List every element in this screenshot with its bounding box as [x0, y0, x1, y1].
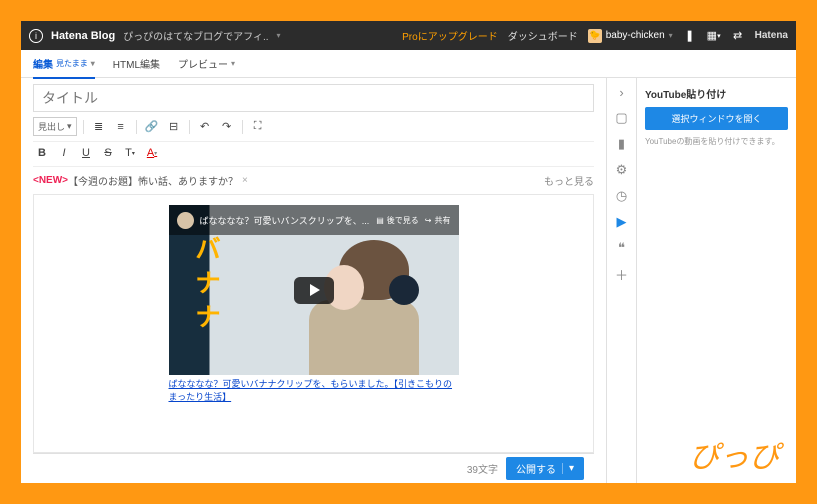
font-size-icon[interactable]: T▾: [121, 144, 139, 162]
more-link[interactable]: もっと見る: [544, 173, 594, 188]
youtube-icon[interactable]: ▶: [614, 214, 630, 230]
video-caption-link[interactable]: ばなななな？可愛いバナナクリップを、もらいました。【引きこもりのまったり生活】: [169, 377, 459, 403]
video-title[interactable]: ばなななな？可愛いバンスクリップを、...: [200, 214, 371, 227]
tab-edit-label: 編集: [33, 56, 53, 71]
chevron-down-icon: ▾: [91, 59, 95, 68]
chevron-down-icon[interactable]: ▾: [562, 463, 574, 474]
editor-content[interactable]: ばなななな？可愛いバンスクリップを、... ▤ 後で見る ↪ 共有 バナナ: [33, 194, 594, 453]
bookmark-icon[interactable]: ❚: [683, 29, 697, 43]
chevron-down-icon: ▾: [669, 31, 673, 40]
plus-icon[interactable]: ＋: [614, 266, 630, 282]
logo-text[interactable]: Hatena Blog: [51, 30, 115, 42]
channel-avatar[interactable]: [177, 212, 194, 229]
heading-select-label: 見出し: [38, 120, 65, 133]
strike-icon[interactable]: S: [99, 144, 117, 162]
panel-hint: YouTubeの動画を貼り付けできます。: [645, 136, 788, 147]
tab-edit-mode: 見たまま: [56, 58, 88, 69]
chevron-down-icon: ▾: [67, 121, 72, 132]
youtube-embed[interactable]: ばなななな？可愛いバンスクリップを、... ▤ 後で見る ↪ 共有 バナナ: [169, 205, 459, 375]
list-ul-icon[interactable]: ≣: [90, 118, 108, 136]
redo-icon[interactable]: ↷: [218, 118, 236, 136]
dashboard-link[interactable]: ダッシュボード: [508, 28, 578, 43]
tab-html[interactable]: HTML編集: [113, 56, 160, 71]
separator: [136, 120, 137, 134]
category-icon[interactable]: ▮: [614, 136, 630, 152]
underline-icon[interactable]: U: [77, 144, 95, 162]
share-button[interactable]: ↪ 共有: [425, 215, 451, 226]
blog-subtitle[interactable]: ぴっぴのはてなブログでアフィ..: [123, 28, 268, 43]
title-input[interactable]: [33, 84, 594, 112]
separator: [189, 120, 190, 134]
play-icon[interactable]: [294, 277, 334, 304]
chevron-down-icon: ▾: [231, 59, 235, 68]
apps-grid-icon[interactable]: ▦▾: [707, 29, 721, 43]
watch-later-button[interactable]: ▤ 後で見る: [376, 215, 419, 226]
format-toolbar-2: B I U S T▾ A▾: [33, 142, 594, 167]
open-selection-window-button[interactable]: 選択ウィンドウを開く: [645, 107, 788, 130]
clock-icon[interactable]: ◷: [614, 188, 630, 204]
photo-icon[interactable]: ▢: [614, 110, 630, 126]
editor-footer: 39文字 公開する ▾: [33, 453, 594, 483]
swap-icon[interactable]: ⇄: [731, 29, 745, 43]
avatar-icon: 🐤: [588, 29, 602, 43]
sidebar-tools: › ▢ ▮ ⚙ ◷ ▶ ❝ ＋: [606, 78, 636, 483]
tab-preview[interactable]: プレビュー ▾: [178, 56, 235, 71]
undo-icon[interactable]: ↶: [196, 118, 214, 136]
video-overlay-text: バナナ: [187, 235, 226, 337]
topic-bar: <NEW> 【今週のお題】怖い話、ありますか？ × もっと見る: [33, 167, 594, 194]
separator: [83, 120, 84, 134]
hatena-link[interactable]: Hatena: [755, 30, 788, 41]
char-count: 39文字: [467, 461, 498, 476]
topic-text[interactable]: 【今週のお題】怖い話、ありますか？: [68, 173, 238, 188]
italic-icon[interactable]: I: [55, 144, 73, 162]
list-ol-icon[interactable]: ≡: [112, 118, 130, 136]
read-more-icon[interactable]: ⊟: [165, 118, 183, 136]
panel-title: YouTube貼り付け: [645, 86, 788, 101]
format-toolbar: 見出し ▾ ≣ ≡ 🔗 ⊟ ↶ ↷ ⛶: [33, 112, 594, 142]
hatena-logo-icon: i: [29, 29, 43, 43]
close-icon[interactable]: ×: [242, 175, 248, 186]
publish-label: 公開する: [516, 461, 556, 476]
tab-preview-label: プレビュー: [178, 56, 228, 71]
user-menu[interactable]: 🐤 baby-chicken ▾: [588, 29, 673, 43]
publish-button[interactable]: 公開する ▾: [506, 457, 584, 480]
tab-edit[interactable]: 編集 見たまま ▾: [33, 56, 95, 79]
new-badge: <NEW>: [33, 175, 68, 186]
separator: [242, 120, 243, 134]
chevron-right-icon[interactable]: ›: [614, 84, 630, 100]
bold-icon[interactable]: B: [33, 144, 51, 162]
font-color-icon[interactable]: A▾: [143, 144, 161, 162]
person-illustration: [309, 240, 419, 375]
link-icon[interactable]: 🔗: [143, 118, 161, 136]
upgrade-pro-link[interactable]: Proにアップグレード: [402, 28, 498, 43]
top-bar: i Hatena Blog ぴっぴのはてなブログでアフィ.. ▾ Proにアップ…: [21, 21, 796, 50]
editor-tabs: 編集 見たまま ▾ HTML編集 プレビュー ▾: [21, 50, 796, 78]
youtube-panel: YouTube貼り付け 選択ウィンドウを開く YouTubeの動画を貼り付けでき…: [636, 78, 796, 483]
chevron-down-icon[interactable]: ▾: [277, 31, 281, 40]
heading-select[interactable]: 見出し ▾: [33, 117, 77, 136]
gear-icon[interactable]: ⚙: [614, 162, 630, 178]
fullscreen-icon[interactable]: ⛶: [249, 118, 267, 136]
quote-icon[interactable]: ❝: [614, 240, 630, 256]
username-label: baby-chicken: [606, 30, 665, 41]
